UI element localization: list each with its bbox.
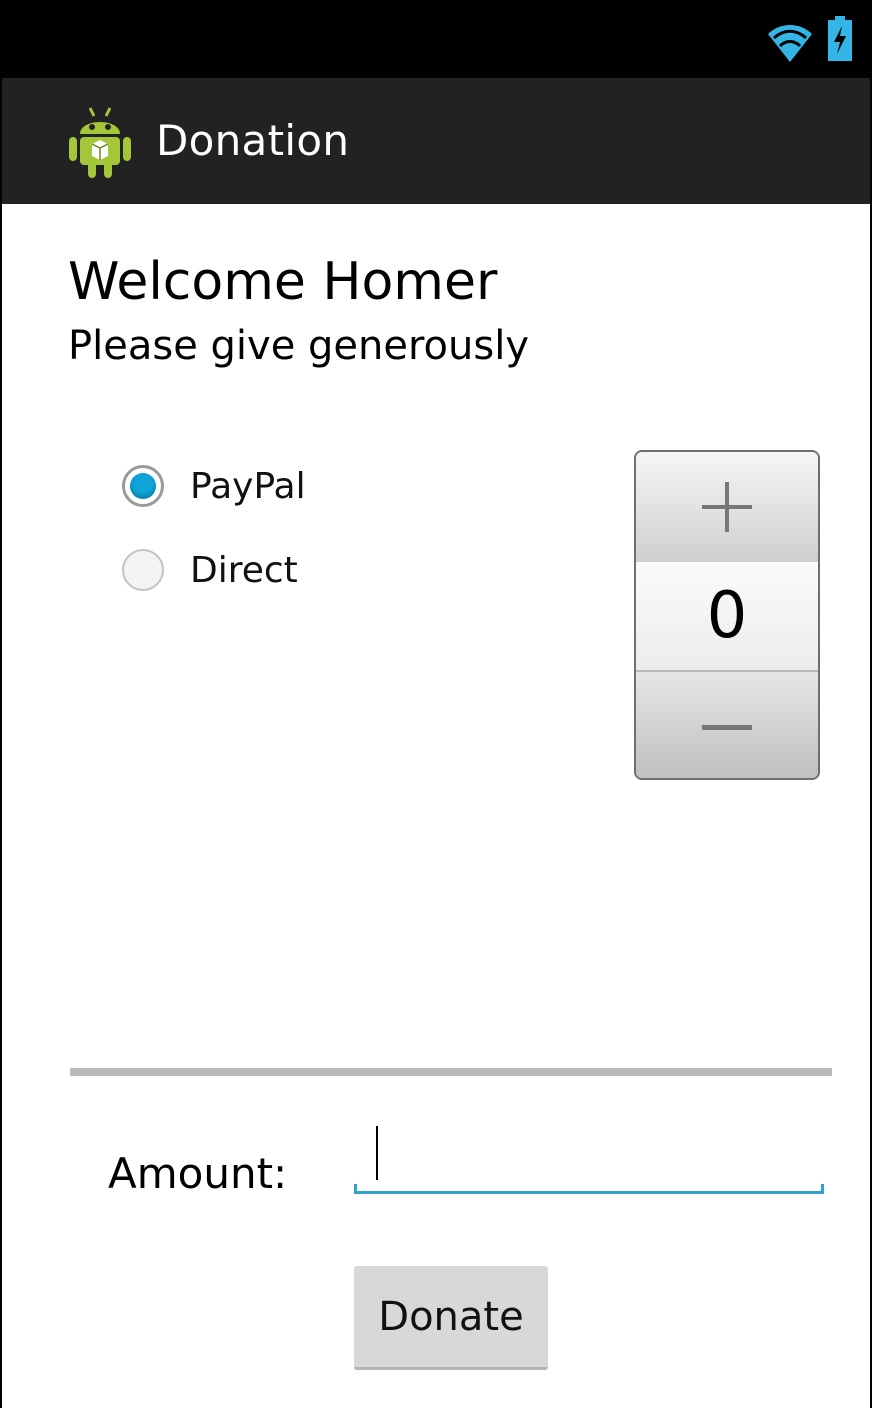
input-underline bbox=[354, 1191, 824, 1194]
wifi-icon bbox=[768, 25, 812, 62]
app-title: Donation bbox=[156, 116, 350, 165]
amount-input[interactable] bbox=[380, 1126, 804, 1184]
minus-icon bbox=[702, 702, 752, 752]
subtitle: Please give generously bbox=[68, 323, 529, 369]
decrement-button[interactable] bbox=[636, 670, 818, 778]
android-robot-icon bbox=[69, 107, 131, 178]
screen: Donation Welcome Homer Please give gener… bbox=[0, 0, 872, 1408]
text-cursor bbox=[376, 1126, 378, 1180]
radio-option-direct[interactable]: Direct bbox=[122, 542, 298, 598]
divider bbox=[70, 1068, 832, 1076]
welcome-heading: Welcome Homer bbox=[68, 252, 498, 312]
radio-label: Direct bbox=[190, 549, 298, 591]
radio-label: PayPal bbox=[190, 465, 306, 507]
donate-button[interactable]: Donate bbox=[354, 1266, 548, 1370]
number-picker-value[interactable]: 0 bbox=[636, 562, 818, 670]
radio-option-paypal[interactable]: PayPal bbox=[122, 458, 306, 514]
status-bar bbox=[2, 2, 870, 78]
input-underline-tick bbox=[821, 1184, 824, 1194]
amount-field[interactable] bbox=[354, 1122, 824, 1194]
radio-button-checked[interactable] bbox=[122, 465, 164, 507]
increment-button[interactable] bbox=[636, 452, 818, 564]
radio-dot bbox=[130, 473, 156, 499]
plus-icon bbox=[702, 482, 752, 532]
input-underline-tick bbox=[354, 1184, 357, 1194]
radio-button-unchecked[interactable] bbox=[122, 549, 164, 591]
action-bar: Donation bbox=[2, 78, 870, 204]
number-picker[interactable]: 0 bbox=[634, 450, 820, 780]
amount-label: Amount: bbox=[108, 1149, 288, 1198]
battery-charging-icon bbox=[828, 16, 852, 61]
